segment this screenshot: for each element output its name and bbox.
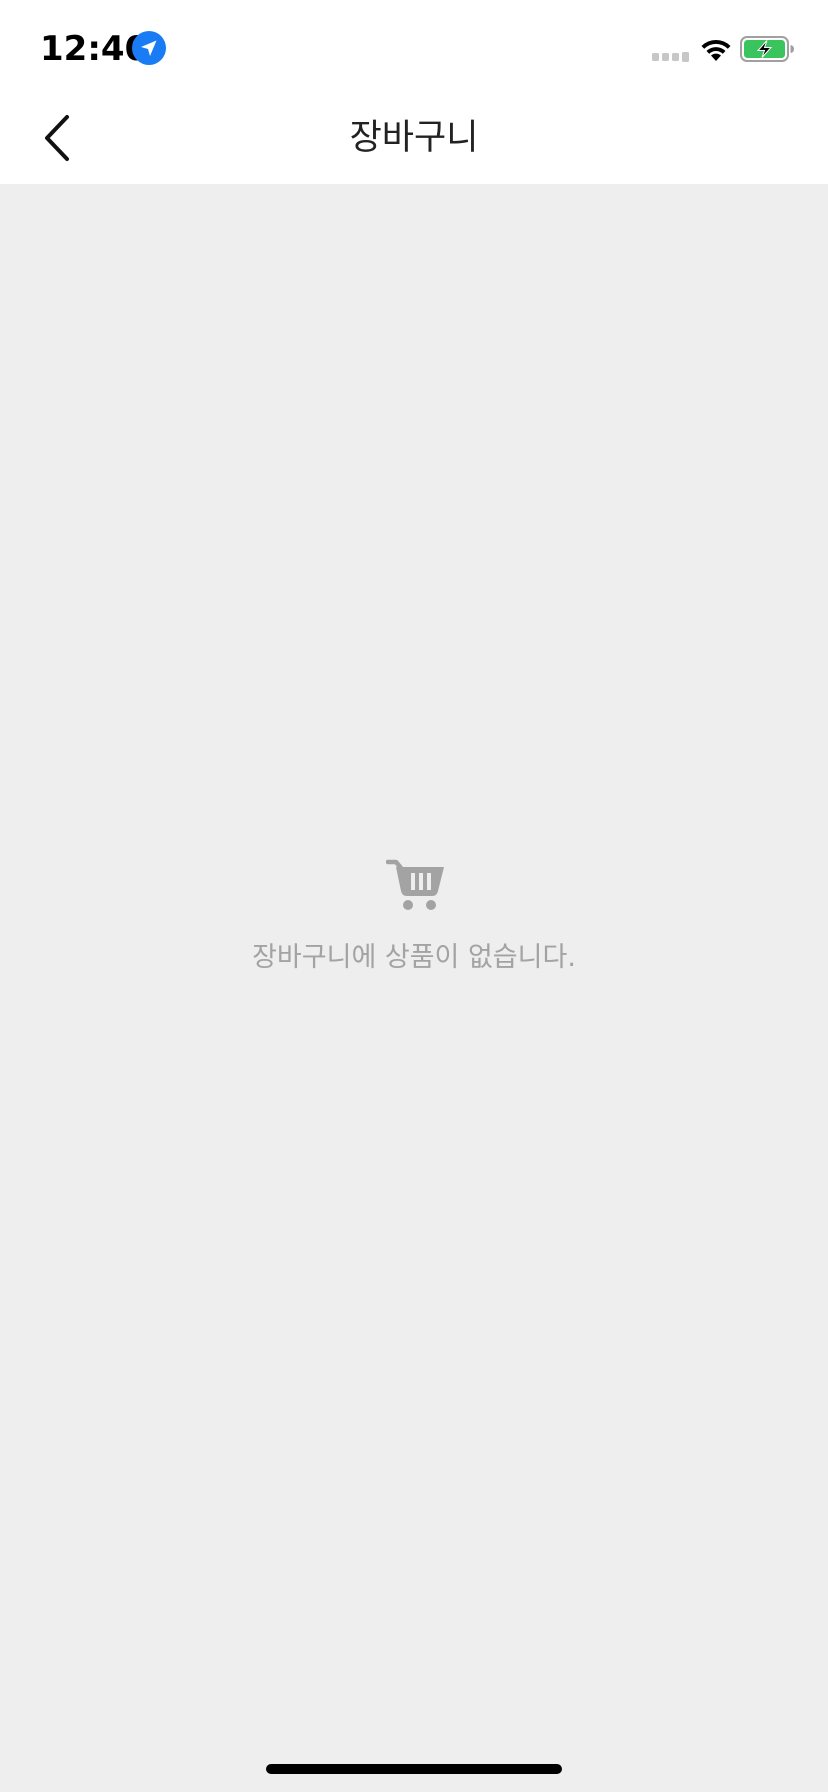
location-arrow-icon — [132, 31, 166, 65]
status-bar: 12:40 — [0, 0, 828, 92]
page-title: 장바구니 — [349, 118, 479, 158]
home-indicator[interactable] — [266, 1764, 562, 1774]
wifi-icon — [701, 39, 731, 61]
cell-signal-icon — [652, 52, 689, 62]
shopping-cart-icon — [386, 859, 444, 910]
empty-cart-state: 장바구니에 상품이 없습니다. — [0, 858, 828, 976]
cart-screen: 12:40 장바구니 장바구니에 상품이 없습니다. — [0, 0, 828, 1792]
battery-charging-icon — [740, 36, 794, 62]
nav-bar: 장바구니 — [0, 92, 828, 184]
empty-cart-message: 장바구니에 상품이 없습니다. — [252, 942, 576, 973]
